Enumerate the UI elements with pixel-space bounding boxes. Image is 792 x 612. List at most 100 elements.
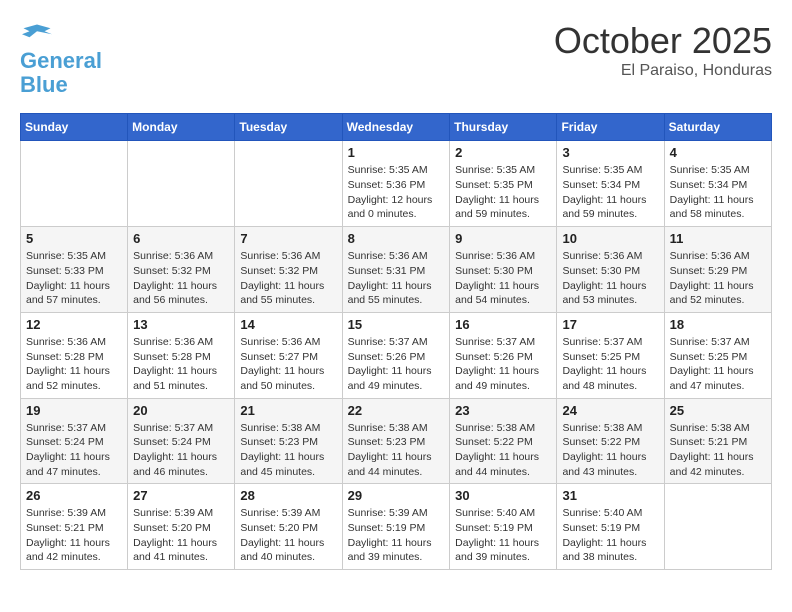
day-info: Sunrise: 5:38 AM Sunset: 5:22 PM Dayligh… — [455, 421, 551, 480]
day-number: 7 — [240, 231, 336, 246]
day-info: Sunrise: 5:35 AM Sunset: 5:34 PM Dayligh… — [670, 163, 766, 222]
calendar-week-row: 1Sunrise: 5:35 AM Sunset: 5:36 PM Daylig… — [21, 141, 772, 227]
day-info: Sunrise: 5:36 AM Sunset: 5:27 PM Dayligh… — [240, 335, 336, 394]
month-title: October 2025 — [554, 20, 772, 62]
calendar-cell: 9 Sunrise: 5:36 AM Sunset: 5:30 PM Daylig… — [450, 227, 557, 313]
day-number: 5 — [26, 231, 122, 246]
day-info: Sunrise: 5:35 AM Sunset: 5:35 PM Dayligh… — [455, 163, 551, 222]
weekday-header-friday: Friday — [557, 114, 664, 141]
logo: General Blue — [20, 20, 102, 97]
calendar-cell: 8 Sunrise: 5:36 AM Sunset: 5:31 PM Daylig… — [342, 227, 450, 313]
calendar-cell: 4 Sunrise: 5:35 AM Sunset: 5:34 PM Daylig… — [664, 141, 771, 227]
day-number: 4 — [670, 145, 766, 160]
calendar-cell: 21 Sunrise: 5:38 AM Sunset: 5:23 PM Dayli… — [235, 398, 342, 484]
day-info: Sunrise: 5:36 AM Sunset: 5:28 PM Dayligh… — [133, 335, 229, 394]
calendar-cell: 11 Sunrise: 5:36 AM Sunset: 5:29 PM Dayli… — [664, 227, 771, 313]
calendar-cell: 10Sunrise: 5:36 AM Sunset: 5:30 PM Dayli… — [557, 227, 664, 313]
calendar-cell: 30Sunrise: 5:40 AM Sunset: 5:19 PM Dayli… — [450, 484, 557, 570]
calendar-week-row: 5 Sunrise: 5:35 AM Sunset: 5:33 PM Daylig… — [21, 227, 772, 313]
day-info: Sunrise: 5:36 AM Sunset: 5:28 PM Dayligh… — [26, 335, 122, 394]
calendar-week-row: 12 Sunrise: 5:36 AM Sunset: 5:28 PM Dayli… — [21, 312, 772, 398]
day-number: 18 — [670, 317, 766, 332]
day-number: 6 — [133, 231, 229, 246]
day-info: Sunrise: 5:39 AM Sunset: 5:20 PM Dayligh… — [240, 506, 336, 565]
day-info: Sunrise: 5:38 AM Sunset: 5:22 PM Dayligh… — [562, 421, 658, 480]
weekday-header-tuesday: Tuesday — [235, 114, 342, 141]
day-number: 1 — [348, 145, 445, 160]
calendar-cell — [664, 484, 771, 570]
day-info: Sunrise: 5:37 AM Sunset: 5:26 PM Dayligh… — [348, 335, 445, 394]
calendar-cell: 20 Sunrise: 5:37 AM Sunset: 5:24 PM Dayli… — [128, 398, 235, 484]
day-number: 24 — [562, 403, 658, 418]
day-number: 26 — [26, 488, 122, 503]
day-number: 27 — [133, 488, 229, 503]
calendar-cell — [128, 141, 235, 227]
day-number: 25 — [670, 403, 766, 418]
calendar-cell: 7 Sunrise: 5:36 AM Sunset: 5:32 PM Daylig… — [235, 227, 342, 313]
calendar-cell: 29Sunrise: 5:39 AM Sunset: 5:19 PM Dayli… — [342, 484, 450, 570]
day-number: 16 — [455, 317, 551, 332]
day-number: 23 — [455, 403, 551, 418]
calendar-cell: 5 Sunrise: 5:35 AM Sunset: 5:33 PM Daylig… — [21, 227, 128, 313]
calendar-cell — [235, 141, 342, 227]
day-info: Sunrise: 5:38 AM Sunset: 5:23 PM Dayligh… — [240, 421, 336, 480]
day-info: Sunrise: 5:37 AM Sunset: 5:24 PM Dayligh… — [133, 421, 229, 480]
day-number: 8 — [348, 231, 445, 246]
day-number: 15 — [348, 317, 445, 332]
day-number: 17 — [562, 317, 658, 332]
calendar-cell — [21, 141, 128, 227]
calendar-table: SundayMondayTuesdayWednesdayThursdayFrid… — [20, 113, 772, 570]
day-info: Sunrise: 5:36 AM Sunset: 5:30 PM Dayligh… — [455, 249, 551, 308]
logo-icon — [22, 20, 52, 44]
calendar-cell: 28Sunrise: 5:39 AM Sunset: 5:20 PM Dayli… — [235, 484, 342, 570]
day-number: 31 — [562, 488, 658, 503]
calendar-cell: 31 Sunrise: 5:40 AM Sunset: 5:19 PM Dayli… — [557, 484, 664, 570]
day-info: Sunrise: 5:38 AM Sunset: 5:21 PM Dayligh… — [670, 421, 766, 480]
weekday-header-thursday: Thursday — [450, 114, 557, 141]
day-number: 22 — [348, 403, 445, 418]
calendar-cell: 16 Sunrise: 5:37 AM Sunset: 5:26 PM Dayli… — [450, 312, 557, 398]
day-info: Sunrise: 5:36 AM Sunset: 5:32 PM Dayligh… — [133, 249, 229, 308]
calendar-week-row: 19 Sunrise: 5:37 AM Sunset: 5:24 PM Dayli… — [21, 398, 772, 484]
day-info: Sunrise: 5:37 AM Sunset: 5:25 PM Dayligh… — [562, 335, 658, 394]
day-info: Sunrise: 5:35 AM Sunset: 5:33 PM Dayligh… — [26, 249, 122, 308]
calendar-cell: 24 Sunrise: 5:38 AM Sunset: 5:22 PM Dayli… — [557, 398, 664, 484]
weekday-header-saturday: Saturday — [664, 114, 771, 141]
logo-text: General Blue — [20, 49, 102, 97]
day-number: 13 — [133, 317, 229, 332]
calendar-cell: 22 Sunrise: 5:38 AM Sunset: 5:23 PM Dayli… — [342, 398, 450, 484]
title-block: October 2025 El Paraiso, Honduras — [554, 20, 772, 80]
calendar-cell: 23 Sunrise: 5:38 AM Sunset: 5:22 PM Dayli… — [450, 398, 557, 484]
day-number: 20 — [133, 403, 229, 418]
day-info: Sunrise: 5:35 AM Sunset: 5:34 PM Dayligh… — [562, 163, 658, 222]
day-info: Sunrise: 5:36 AM Sunset: 5:32 PM Dayligh… — [240, 249, 336, 308]
day-info: Sunrise: 5:36 AM Sunset: 5:29 PM Dayligh… — [670, 249, 766, 308]
day-number: 3 — [562, 145, 658, 160]
day-number: 2 — [455, 145, 551, 160]
day-number: 21 — [240, 403, 336, 418]
day-number: 11 — [670, 231, 766, 246]
day-info: Sunrise: 5:39 AM Sunset: 5:21 PM Dayligh… — [26, 506, 122, 565]
day-info: Sunrise: 5:37 AM Sunset: 5:26 PM Dayligh… — [455, 335, 551, 394]
calendar-cell: 2 Sunrise: 5:35 AM Sunset: 5:35 PM Daylig… — [450, 141, 557, 227]
day-info: Sunrise: 5:38 AM Sunset: 5:23 PM Dayligh… — [348, 421, 445, 480]
day-number: 12 — [26, 317, 122, 332]
calendar-cell: 17 Sunrise: 5:37 AM Sunset: 5:25 PM Dayli… — [557, 312, 664, 398]
day-info: Sunrise: 5:39 AM Sunset: 5:20 PM Dayligh… — [133, 506, 229, 565]
day-number: 29 — [348, 488, 445, 503]
weekday-header-wednesday: Wednesday — [342, 114, 450, 141]
calendar-cell: 12 Sunrise: 5:36 AM Sunset: 5:28 PM Dayli… — [21, 312, 128, 398]
calendar-cell: 14 Sunrise: 5:36 AM Sunset: 5:27 PM Dayli… — [235, 312, 342, 398]
location-subtitle: El Paraiso, Honduras — [554, 62, 772, 80]
day-number: 9 — [455, 231, 551, 246]
calendar-cell: 3 Sunrise: 5:35 AM Sunset: 5:34 PM Daylig… — [557, 141, 664, 227]
calendar-cell: 26 Sunrise: 5:39 AM Sunset: 5:21 PM Dayli… — [21, 484, 128, 570]
day-number: 10 — [562, 231, 658, 246]
day-info: Sunrise: 5:36 AM Sunset: 5:31 PM Dayligh… — [348, 249, 445, 308]
calendar-cell: 1Sunrise: 5:35 AM Sunset: 5:36 PM Daylig… — [342, 141, 450, 227]
day-number: 19 — [26, 403, 122, 418]
day-number: 14 — [240, 317, 336, 332]
calendar-cell: 19Sunrise: 5:37 AM Sunset: 5:24 PM Dayli… — [21, 398, 128, 484]
day-info: Sunrise: 5:40 AM Sunset: 5:19 PM Dayligh… — [562, 506, 658, 565]
weekday-header-row: SundayMondayTuesdayWednesdayThursdayFrid… — [21, 114, 772, 141]
